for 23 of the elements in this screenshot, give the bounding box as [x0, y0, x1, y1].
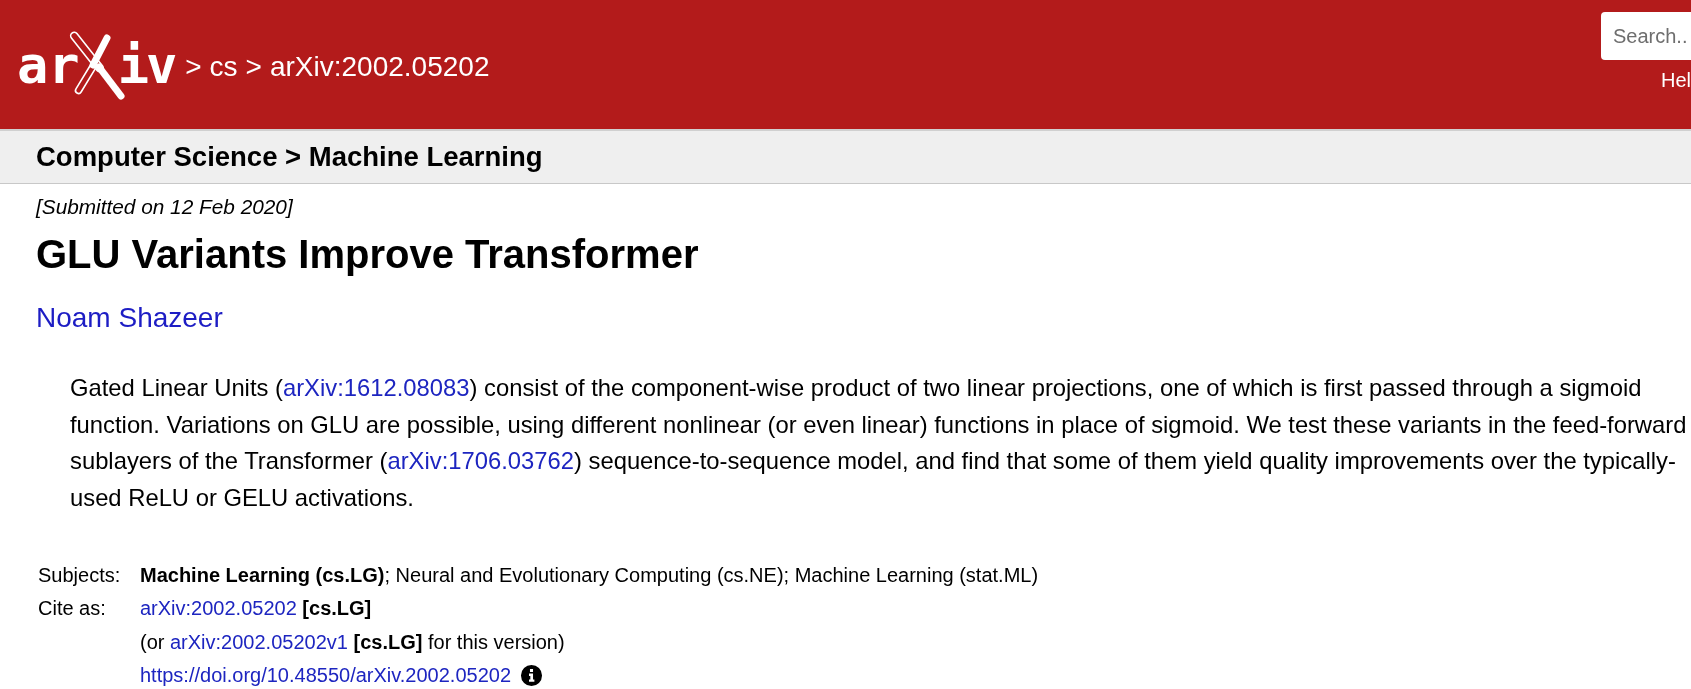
breadcrumb-link[interactable]: cs	[209, 50, 238, 83]
breadcrumb-separator: >	[185, 50, 202, 83]
field-label: Cite as:	[38, 597, 106, 620]
citation-link[interactable]: https://doi.org/10.48550/arXiv.2002.05202	[140, 664, 511, 687]
metadata-text: Machine Learning (cs.LG); Neural and Evolutionary Computing (cs.NE); Machine Learning (stat.ML)	[140, 563, 1039, 588]
reference-link[interactable]: arXiv:1706.03762	[387, 447, 574, 474]
citation-link[interactable]: arXiv:2002.05202	[140, 597, 297, 620]
breadcrumb-separator: >	[245, 50, 262, 83]
help-link[interactable]: Hel	[1661, 70, 1691, 90]
site-logo[interactable]: ar iv	[17, 28, 178, 101]
metadata-text: arXiv:2002.05202 [cs.LG]	[140, 596, 372, 622]
breadcrumb-current: arXiv:2002.05202	[269, 50, 490, 83]
abstract-text: Gated Linear Units (arXiv:1612.08083) consist of the component-wise product of two linear projections, one of which is first passed through a sigmoid function. Variations on GLU are possible, using different nonlinear (or even linear) functions in place of sigmoid. We test these variants in the feed-forward sublayers of the Transformer (arXiv:1706.03762) sequence-to-sequence model, and find that some of them yield quality improvements over the typically-used ReLU or GELU activations.	[69, 373, 1688, 513]
paper-title: GLU Variants Improve Transformer	[36, 231, 700, 277]
search-field[interactable]: Search..	[1601, 12, 1691, 60]
reference-link[interactable]: arXiv:1612.08083	[282, 374, 470, 401]
info-icon[interactable]	[520, 664, 543, 688]
author-link[interactable]: Noam Shazeer	[36, 302, 223, 333]
field-label: Subjects:	[38, 564, 121, 586]
submission-date: [Submitted on 12 Feb 2020]	[36, 194, 294, 220]
citation-link[interactable]: arXiv:2002.05202v1	[170, 630, 348, 653]
metadata-text: (or arXiv:2002.05202v1 [cs.LG] for this version)	[140, 629, 565, 655]
category-heading: Computer Science > Machine Learning	[36, 141, 543, 172]
